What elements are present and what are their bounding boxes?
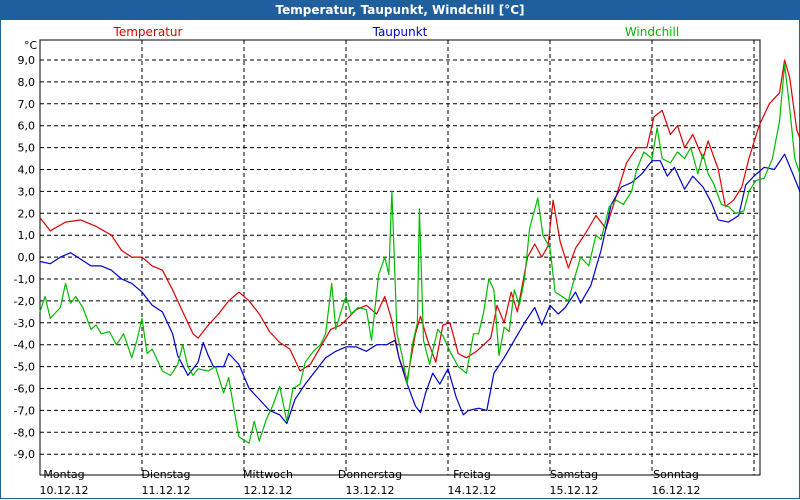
y-tick-label: -1,0	[14, 273, 35, 286]
y-tick-label: 9,0	[18, 54, 36, 67]
x-tick-date: 13.12.12	[346, 484, 395, 497]
x-tick-date: 16.12.12	[652, 484, 701, 497]
legend-temperatur: Temperatur	[113, 25, 183, 39]
y-axis-unit: °C	[24, 39, 38, 52]
chart-title: Temperatur, Taupunkt, Windchill [°C]	[0, 0, 800, 20]
y-tick-label: -3,0	[14, 317, 35, 330]
x-tick-day: Montag	[43, 468, 84, 481]
y-tick-label: -7,0	[14, 404, 35, 417]
x-tick-day: Mittwoch	[243, 468, 293, 481]
legend-windchill: Windchill	[625, 25, 679, 39]
y-tick-label: -8,0	[14, 426, 35, 439]
y-tick-label: -5,0	[14, 361, 35, 374]
y-tick-label: 5,0	[18, 142, 36, 155]
x-tick-date: 12.12.12	[244, 484, 293, 497]
x-tick-day: Dienstag	[141, 468, 190, 481]
y-tick-label: -9,0	[14, 448, 35, 461]
y-tick-label: 4,0	[18, 164, 36, 177]
y-tick-label: -6,0	[14, 383, 35, 396]
y-tick-label: 8,0	[18, 76, 36, 89]
y-tick-label: -4,0	[14, 339, 35, 352]
y-tick-label: 7,0	[18, 98, 36, 111]
legend: Temperatur Taupunkt Windchill	[113, 25, 680, 39]
chart-svg: 9,0 8,0 7,0 6,0 5,0 4,0 3,0 2,0 1,0 0,0 -1,0 -2,0 -3…	[14, 25, 800, 497]
x-tick-day: Samstag	[550, 468, 598, 481]
y-tick-label: 0,0	[18, 251, 36, 264]
y-tick-label: 6,0	[18, 120, 36, 133]
x-tick-day: Donnerstag	[338, 468, 402, 481]
x-tick-day: Sonntag	[653, 468, 699, 481]
x-tick-date: 10.12.12	[40, 484, 89, 497]
y-tick-label: 3,0	[18, 185, 36, 198]
y-tick-label: -2,0	[14, 295, 35, 308]
y-tick-label: 1,0	[18, 229, 36, 242]
y-tick-labels: 9,0 8,0 7,0 6,0 5,0 4,0 3,0 2,0 1,0 0,0 -1,0 -2,0 -3…	[14, 54, 35, 461]
x-tick-date: 11.12.12	[142, 484, 191, 497]
x-tick-date: 15.12.12	[550, 484, 599, 497]
y-tick-label: 2,0	[18, 207, 36, 220]
x-tick-date: 14.12.12	[448, 484, 497, 497]
x-tick-day: Freitag	[453, 468, 491, 481]
legend-taupunkt: Taupunkt	[372, 25, 428, 39]
